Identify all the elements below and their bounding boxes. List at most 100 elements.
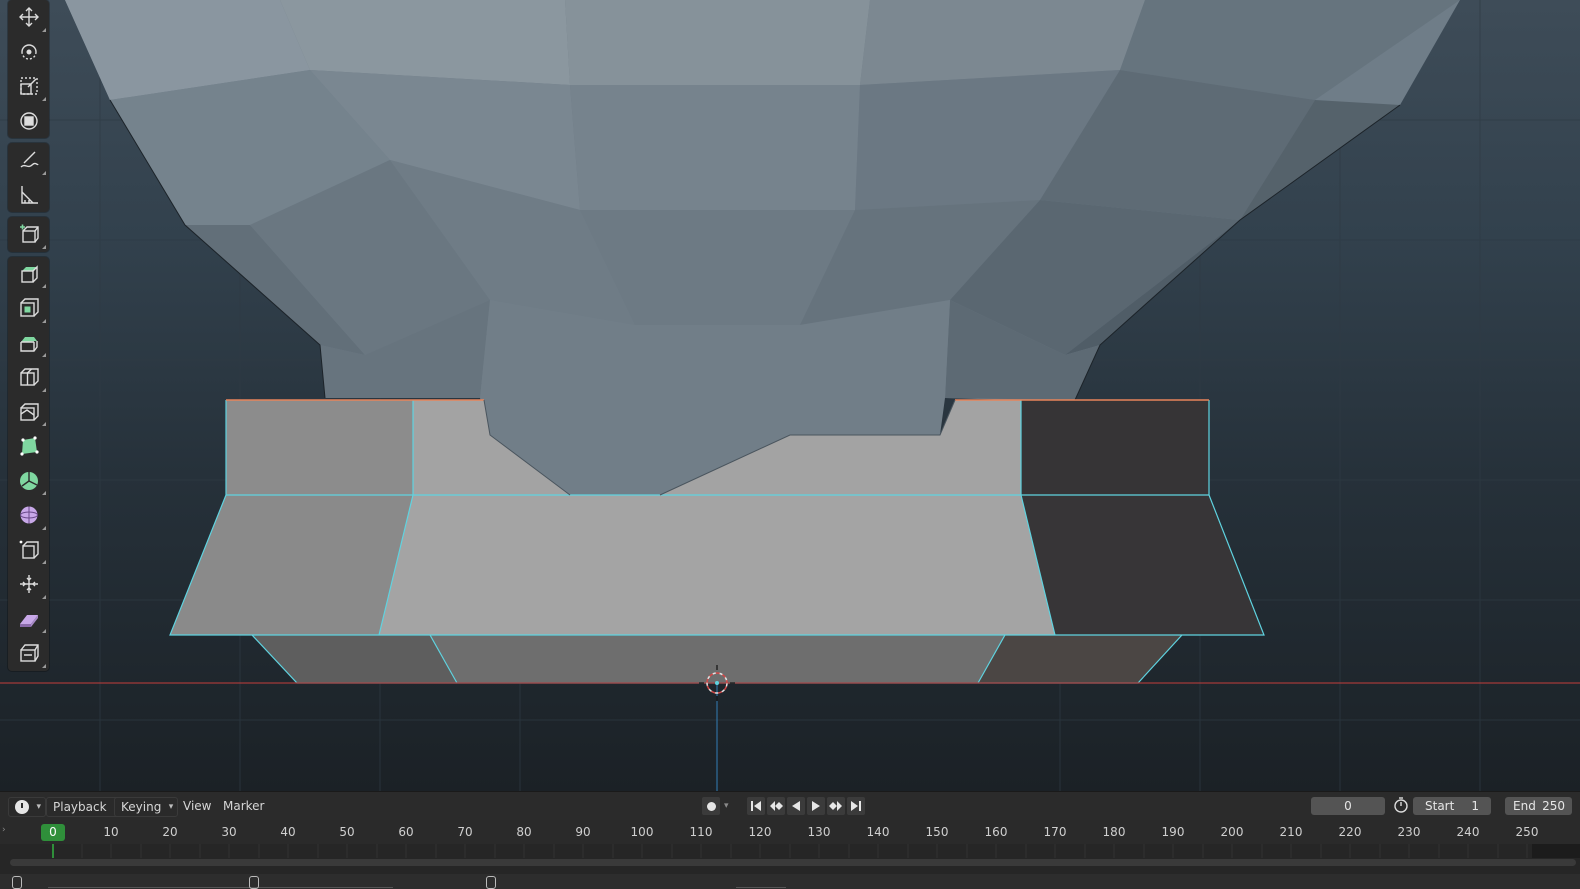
ruler-label: 70 [457, 825, 473, 839]
ruler-label: 120 [748, 825, 772, 839]
inset-faces-icon [19, 298, 39, 317]
scale-icon [19, 77, 38, 95]
jump-to-start-button[interactable] [747, 797, 765, 815]
ruler-label: 160 [984, 825, 1008, 839]
move-tool[interactable] [8, 0, 49, 35]
ruler-label: 80 [516, 825, 532, 839]
current-frame-indicator[interactable]: 0 [41, 824, 65, 841]
editor-type-dropdown[interactable]: ▾ [8, 797, 46, 817]
timeline-header: ▾ Playback ▾ Keying ▾ View Marker ▾ 0 St… [0, 791, 1580, 820]
poly-build-tool[interactable] [8, 429, 49, 464]
move-icon [18, 7, 39, 28]
add-cube-tool[interactable] [8, 217, 49, 252]
marker-menu[interactable]: Marker [223, 797, 264, 815]
annotate-icon [20, 151, 39, 168]
keying-menu-label: Keying [121, 800, 162, 814]
measure-icon [20, 185, 38, 204]
play-icon [812, 801, 820, 811]
auto-keying-toggle[interactable] [702, 797, 720, 815]
scale-tool[interactable] [8, 69, 49, 104]
jump-to-next-keyframe-button[interactable] [827, 797, 845, 815]
tool-shelf [8, 0, 49, 676]
knife-icon [19, 403, 39, 421]
ruler-label: 140 [866, 825, 890, 839]
inset-tool[interactable] [8, 291, 49, 326]
play-button[interactable] [807, 797, 825, 815]
start-frame-field[interactable]: Start 1 [1413, 797, 1491, 815]
spin-tool[interactable] [8, 464, 49, 499]
chevron-down-icon: ▾ [168, 802, 174, 812]
shear-icon [19, 614, 38, 627]
rip-region-tool[interactable] [8, 636, 49, 671]
play-reverse-button[interactable] [787, 797, 805, 815]
bevel-icon [19, 336, 38, 352]
keyframe-track-area[interactable] [0, 844, 1580, 874]
jump-start-icon [751, 801, 761, 811]
ruler-label: 130 [807, 825, 831, 839]
3d-viewport[interactable] [0, 0, 1580, 791]
rotate-tool[interactable] [8, 35, 49, 70]
start-frame-value: 1 [1471, 799, 1479, 813]
rip-region-icon [19, 644, 39, 662]
add-cube-icon [19, 224, 39, 243]
annotate-tool[interactable] [8, 143, 49, 178]
poly-build-icon [19, 436, 39, 456]
mesh-scene[interactable] [0, 0, 1580, 791]
spin-icon [19, 471, 38, 490]
next-keyframe-icon [829, 801, 842, 811]
loop-cut-tool[interactable] [8, 360, 49, 395]
jump-to-previous-keyframe-button[interactable] [767, 797, 785, 815]
ruler-label: 90 [575, 825, 591, 839]
transform-tool[interactable] [8, 104, 49, 139]
extrude-region-icon [20, 265, 38, 283]
playback-menu[interactable]: Playback ▾ [46, 797, 124, 817]
record-icon [706, 801, 716, 811]
edge-slide-tool[interactable] [8, 533, 49, 568]
smooth-tool[interactable] [8, 498, 49, 533]
edge-slide-icon [19, 540, 39, 559]
ruler-label: 190 [1161, 825, 1185, 839]
transform-icon [19, 112, 38, 130]
keying-menu[interactable]: Keying ▾ [114, 797, 179, 817]
frame-ruler[interactable]: › 10 20 30 40 50 60 70 80 90 100 110 120… [0, 820, 1580, 844]
ruler-label: 220 [1338, 825, 1362, 839]
ruler-label: 150 [925, 825, 949, 839]
end-frame-field[interactable]: End 250 [1505, 797, 1572, 815]
ruler-label: 110 [689, 825, 713, 839]
current-frame-field[interactable]: 0 [1311, 797, 1385, 815]
end-frame-label: End [1513, 799, 1536, 813]
playback-menu-label: Playback [53, 800, 107, 814]
ruler-label: 30 [221, 825, 237, 839]
chevron-down-icon: ▾ [36, 802, 41, 812]
shrink-fatten-tool[interactable] [8, 567, 49, 602]
ruler-label: 200 [1220, 825, 1244, 839]
mouse-middle-icon [249, 876, 259, 889]
ruler-label: 210 [1279, 825, 1303, 839]
ruler-label: 60 [398, 825, 414, 839]
status-divider [736, 887, 786, 888]
knife-tool[interactable] [8, 395, 49, 430]
transform-tools [8, 0, 49, 138]
mouse-right-icon [486, 876, 496, 889]
shear-tool[interactable] [8, 602, 49, 637]
mouse-left-icon [12, 876, 22, 889]
start-frame-label: Start [1425, 799, 1455, 813]
ruler-label: 100 [630, 825, 654, 839]
view-menu[interactable]: View [183, 797, 211, 815]
prev-keyframe-icon [770, 801, 783, 811]
ruler-label: 40 [280, 825, 296, 839]
ruler-label: 230 [1397, 825, 1421, 839]
jump-to-end-button[interactable] [847, 797, 865, 815]
ruler-label: 250 [1515, 825, 1539, 839]
bevel-tool[interactable] [8, 326, 49, 361]
jump-end-icon [851, 801, 861, 811]
chevron-down-icon[interactable]: ▾ [724, 797, 729, 815]
end-frame-value: 250 [1542, 799, 1565, 813]
play-reverse-icon [792, 801, 800, 811]
status-bar [0, 874, 1580, 889]
ruler-left-arrow[interactable]: › [2, 825, 6, 835]
extrude-tool[interactable] [8, 257, 49, 292]
measure-tool[interactable] [8, 178, 49, 213]
preview-range-toggle[interactable] [1392, 796, 1410, 814]
ruler-label: 170 [1043, 825, 1067, 839]
